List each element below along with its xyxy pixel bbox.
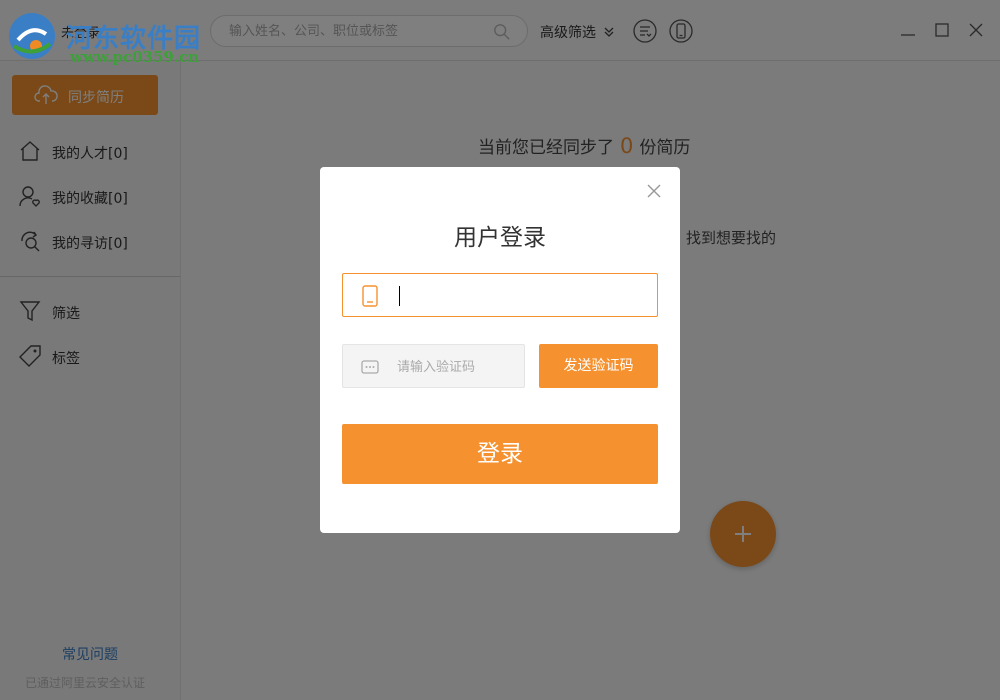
- phone-icon: [362, 285, 378, 307]
- dialog-title: 用户登录: [454, 225, 546, 251]
- verification-code-input[interactable]: [397, 357, 517, 377]
- verification-code-field[interactable]: [342, 344, 525, 388]
- site-watermark: 河东软件园 www.pc0359.cn: [4, 8, 214, 68]
- send-code-button[interactable]: 发送验证码: [539, 344, 658, 388]
- site-url-watermark: www.pc0359.cn: [70, 48, 200, 66]
- site-logo-icon: [9, 13, 55, 59]
- message-dots-icon: [361, 360, 379, 374]
- login-dialog: 用户登录 发送验证码 登录: [320, 167, 680, 533]
- login-button[interactable]: 登录: [342, 424, 658, 484]
- phone-field[interactable]: [342, 273, 658, 317]
- app-window: 未登录 高级筛选: [0, 0, 1000, 700]
- phone-input[interactable]: [397, 285, 647, 305]
- text-cursor: [399, 286, 400, 306]
- dialog-close-icon[interactable]: [646, 183, 662, 199]
